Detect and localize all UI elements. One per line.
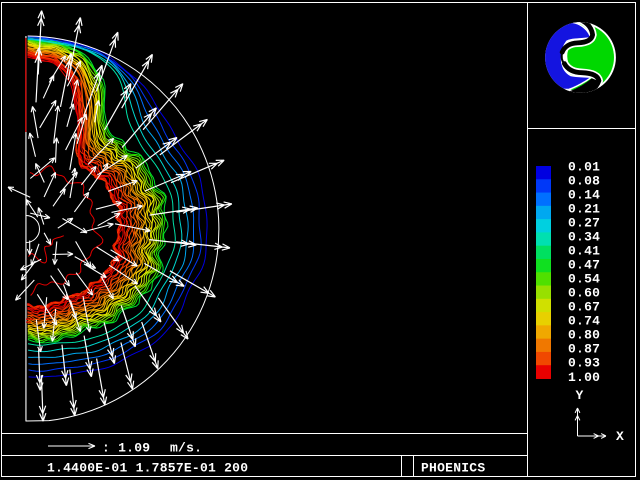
svg-text:PHOENICS: PHOENICS [421, 460, 485, 475]
svg-text:0.47: 0.47 [568, 258, 600, 273]
svg-text:0.87: 0.87 [568, 342, 600, 357]
svg-text:m/s.: m/s. [170, 440, 202, 455]
svg-text:0.54: 0.54 [568, 272, 600, 287]
svg-text:0.41: 0.41 [568, 243, 600, 258]
svg-text:0.08: 0.08 [568, 173, 600, 188]
svg-text:Y: Y [576, 388, 584, 403]
svg-text:1.00: 1.00 [568, 370, 600, 385]
svg-text:: 1.09: : 1.09 [102, 440, 150, 455]
svg-text:0.21: 0.21 [568, 201, 600, 216]
svg-text:0.93: 0.93 [568, 356, 600, 371]
svg-text:0.01: 0.01 [568, 159, 600, 174]
svg-text:0.14: 0.14 [568, 187, 600, 202]
svg-text:0.74: 0.74 [568, 314, 600, 329]
svg-text:0.34: 0.34 [568, 229, 600, 244]
svg-text:0.80: 0.80 [568, 328, 600, 343]
svg-text:0.27: 0.27 [568, 215, 600, 230]
svg-text:0.67: 0.67 [568, 300, 600, 315]
svg-text:0.60: 0.60 [568, 286, 600, 301]
svg-text:1.4400E-01 1.7857E-01 200: 1.4400E-01 1.7857E-01 200 [47, 460, 248, 475]
svg-text:X: X [616, 429, 624, 444]
